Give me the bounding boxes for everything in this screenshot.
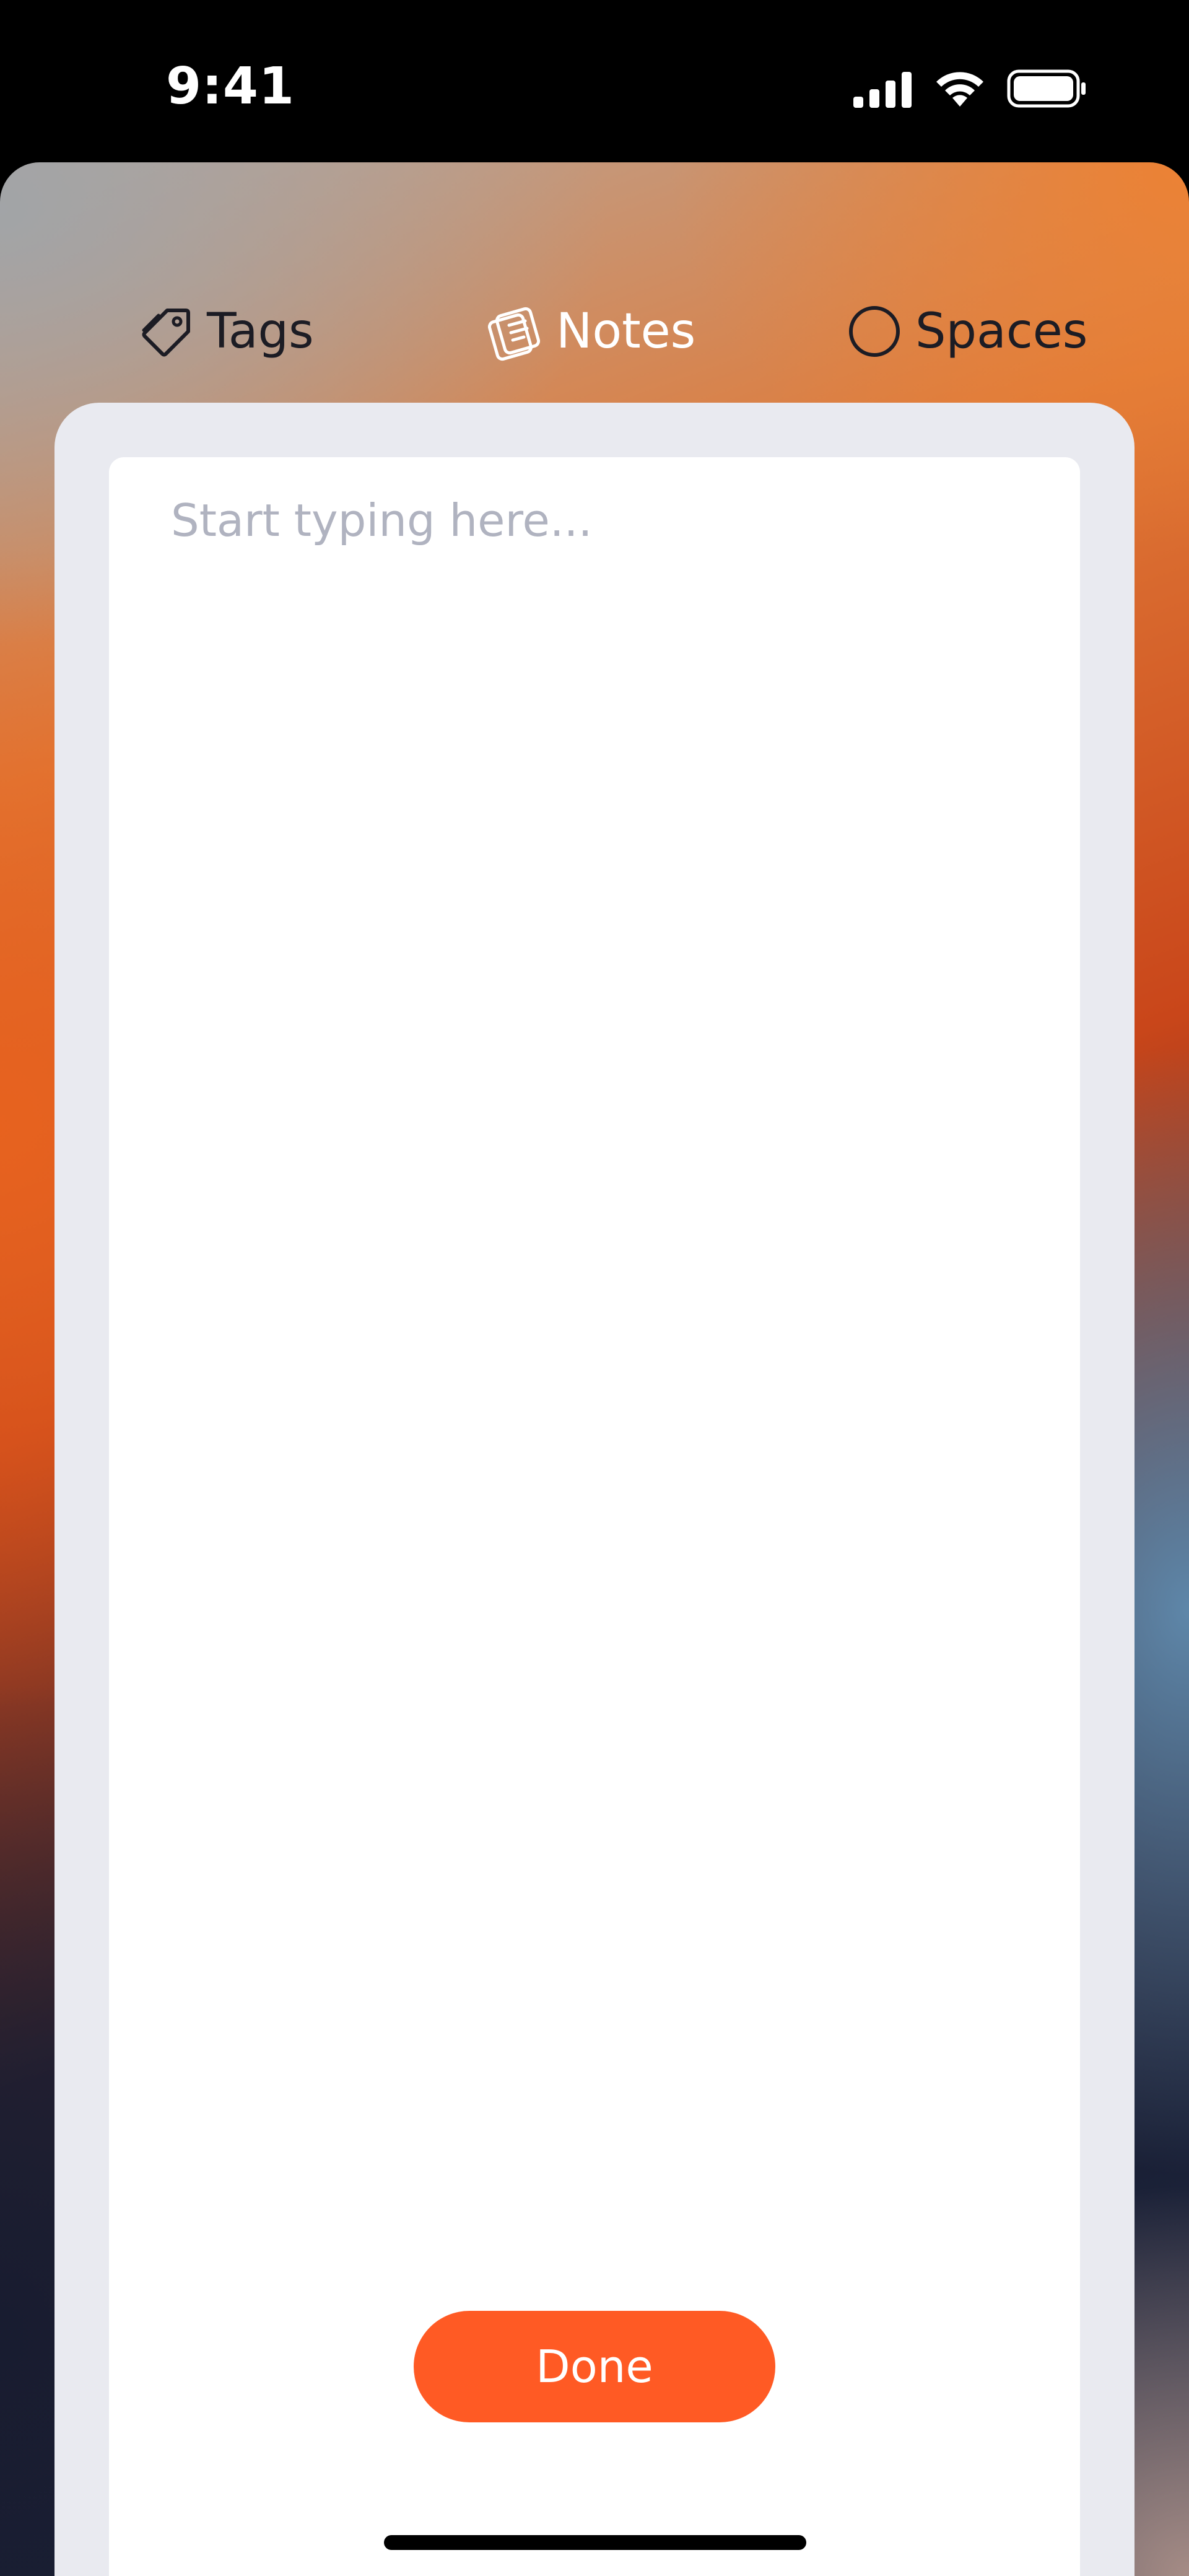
done-button[interactable]: Done xyxy=(414,2311,775,2422)
tab-bar: Tags Notes Spaces xyxy=(0,291,1189,372)
tab-tags-label: Tags xyxy=(207,304,314,359)
note-editor xyxy=(109,457,1080,2576)
tab-notes[interactable]: Notes xyxy=(484,291,695,372)
note-text-input[interactable] xyxy=(171,494,1018,2353)
wifi-icon xyxy=(936,72,983,107)
circle-icon xyxy=(843,300,905,362)
notes-icon xyxy=(484,300,546,362)
app-screen: 9:41 Tags Notes Spaces Start typing here… xyxy=(0,0,1189,2576)
status-bar: 9:41 xyxy=(0,0,1189,162)
status-icons xyxy=(852,67,1087,110)
home-indicator[interactable] xyxy=(384,2535,806,2550)
tab-notes-label: Notes xyxy=(556,304,696,359)
tab-tags[interactable]: Tags xyxy=(135,291,314,372)
tab-spaces-label: Spaces xyxy=(915,304,1088,359)
tab-spaces[interactable]: Spaces xyxy=(843,291,1087,372)
cellular-signal-icon xyxy=(853,72,912,108)
tag-icon xyxy=(135,300,197,362)
status-time: 9:41 xyxy=(166,57,295,116)
battery-icon xyxy=(1007,69,1086,108)
